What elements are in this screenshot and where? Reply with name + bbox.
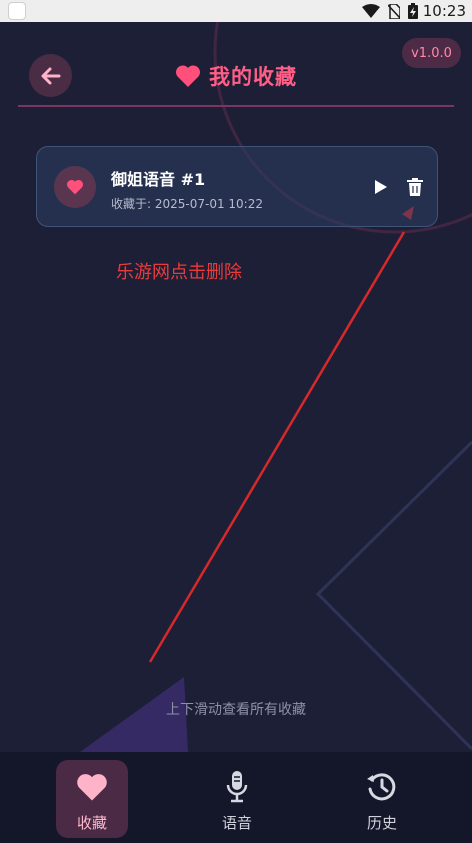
favorite-item-title: 御姐语音 #1 [111, 170, 206, 189]
nav-item-label: 语音 [221, 814, 252, 832]
delete-button[interactable] [405, 177, 425, 197]
swipe-hint: 上下滑动查看所有收藏 [166, 702, 306, 718]
nav-item-favorites[interactable]: 收藏 [56, 760, 128, 838]
favorite-heart-badge [54, 166, 96, 208]
nav-item-label: 历史 [366, 814, 397, 832]
status-time: 10:23 [422, 2, 466, 20]
status-bar: 10:23 [0, 0, 472, 22]
heart-icon [66, 179, 84, 195]
heart-icon [175, 65, 201, 87]
wifi-icon [362, 4, 380, 18]
version-badge: v1.0.0 [402, 38, 461, 68]
no-sim-icon [388, 3, 400, 19]
decorative-background [0, 22, 472, 752]
page-title: 我的收藏 [209, 65, 297, 89]
trash-icon [407, 178, 423, 196]
delete-annotation-text: 乐游网点击删除 [116, 262, 242, 283]
play-button[interactable] [372, 178, 390, 196]
nav-item-label: 收藏 [76, 814, 107, 832]
play-icon [375, 180, 387, 194]
header-divider [18, 105, 454, 107]
microphone-icon [226, 771, 248, 803]
page-title-group: 我的收藏 [0, 58, 472, 94]
favorite-item-saved-time: 收藏于: 2025-07-01 10:22 [111, 197, 263, 211]
bottom-nav: 收藏 语音 历史 [0, 752, 472, 843]
heart-icon [77, 774, 107, 801]
nav-item-voice[interactable]: 语音 [201, 760, 273, 838]
app-notification-icon [8, 2, 26, 20]
nav-item-history[interactable]: 历史 [346, 760, 418, 838]
favorite-item-card[interactable]: 御姐语音 #1 收藏于: 2025-07-01 10:22 [36, 146, 438, 227]
battery-charging-icon [408, 3, 418, 19]
history-icon [367, 773, 396, 801]
